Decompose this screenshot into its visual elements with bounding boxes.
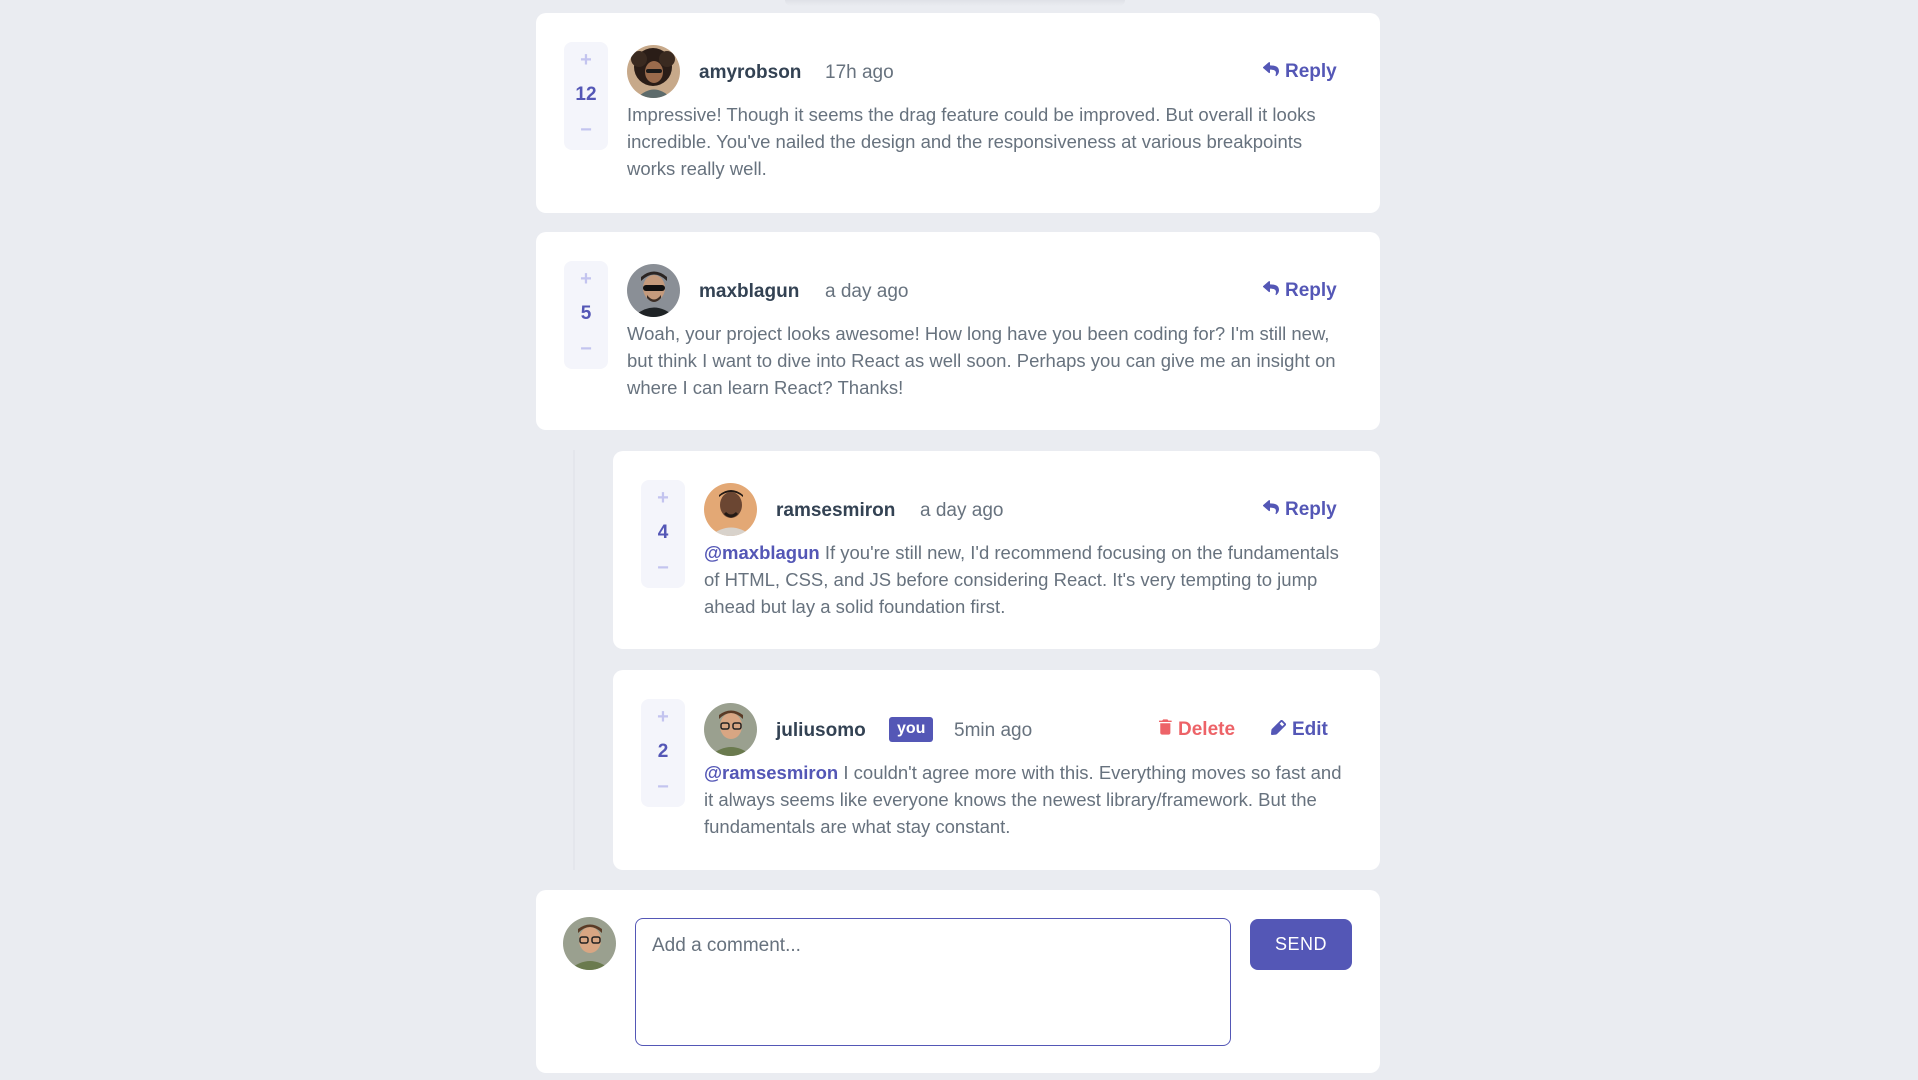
timestamp: a day ago bbox=[825, 281, 909, 302]
comments-page: + 12 − amyrobson 17h ago Reply Impressiv… bbox=[0, 0, 1918, 1080]
downvote-button[interactable]: − bbox=[580, 120, 592, 140]
timestamp: a day ago bbox=[920, 500, 1004, 521]
send-button[interactable]: SEND bbox=[1250, 919, 1352, 970]
username[interactable]: ramsesmiron bbox=[776, 500, 895, 522]
reply-card: + 2 − juliusomo you 5min ago Delete Edit… bbox=[613, 670, 1380, 870]
comment-card: + 12 − amyrobson 17h ago Reply Impressiv… bbox=[536, 13, 1380, 213]
comment-input[interactable] bbox=[635, 918, 1231, 1046]
reply-label: Reply bbox=[1285, 499, 1337, 520]
vote-control: + 2 − bbox=[641, 699, 685, 807]
mention-link[interactable]: @maxblagun bbox=[704, 542, 820, 563]
upvote-button[interactable]: + bbox=[657, 707, 669, 727]
pencil-icon bbox=[1271, 719, 1286, 741]
vote-control: + 5 − bbox=[564, 261, 608, 369]
vote-count: 2 bbox=[657, 741, 669, 762]
previous-card-edge bbox=[785, 0, 1125, 6]
reply-button[interactable]: Reply bbox=[1263, 280, 1337, 302]
reply-arrow-icon bbox=[1263, 61, 1279, 83]
comment-text: Impressive! Though it seems the drag fea… bbox=[627, 104, 1316, 179]
delete-button[interactable]: Delete bbox=[1159, 719, 1235, 741]
reply-arrow-icon bbox=[1263, 280, 1279, 302]
reply-button[interactable]: Reply bbox=[1263, 499, 1337, 521]
username[interactable]: juliusomo bbox=[776, 720, 866, 742]
username[interactable]: maxblagun bbox=[699, 281, 799, 303]
delete-label: Delete bbox=[1178, 719, 1236, 740]
reply-label: Reply bbox=[1285, 280, 1337, 301]
comment-card: + 5 − maxblagun a day ago Reply Woah, yo… bbox=[536, 232, 1380, 430]
avatar[interactable] bbox=[704, 483, 757, 536]
vote-control: + 12 − bbox=[564, 42, 608, 150]
reply-label: Reply bbox=[1285, 61, 1337, 82]
reply-thread-line bbox=[573, 450, 575, 870]
username[interactable]: amyrobson bbox=[699, 62, 801, 84]
edit-button[interactable]: Edit bbox=[1271, 719, 1328, 741]
downvote-button[interactable]: − bbox=[580, 339, 592, 359]
avatar[interactable] bbox=[627, 264, 680, 317]
mention-link[interactable]: @ramsesmiron bbox=[704, 762, 838, 783]
upvote-button[interactable]: + bbox=[580, 50, 592, 70]
upvote-button[interactable]: + bbox=[580, 269, 592, 289]
avatar[interactable] bbox=[627, 45, 680, 98]
you-badge: you bbox=[889, 717, 934, 742]
comment-text: Woah, your project looks awesome! How lo… bbox=[627, 323, 1336, 398]
downvote-button[interactable]: − bbox=[657, 777, 669, 797]
vote-control: + 4 − bbox=[641, 480, 685, 588]
reply-arrow-icon bbox=[1263, 499, 1279, 521]
vote-count: 4 bbox=[657, 522, 669, 543]
trash-icon bbox=[1159, 719, 1172, 741]
vote-count: 5 bbox=[580, 303, 592, 324]
comment-text: @ramsesmiron I couldn't agree more with … bbox=[704, 759, 1354, 840]
edit-label: Edit bbox=[1292, 719, 1328, 740]
comment-text: @maxblagun If you're still new, I'd reco… bbox=[704, 539, 1354, 620]
avatar[interactable] bbox=[704, 703, 757, 756]
upvote-button[interactable]: + bbox=[657, 488, 669, 508]
vote-count: 12 bbox=[575, 84, 597, 105]
reply-card: + 4 − ramsesmiron a day ago Reply @maxbl… bbox=[613, 451, 1380, 649]
timestamp: 17h ago bbox=[825, 62, 894, 83]
timestamp: 5min ago bbox=[954, 720, 1033, 741]
current-user-avatar bbox=[563, 917, 616, 970]
reply-button[interactable]: Reply bbox=[1263, 61, 1337, 83]
downvote-button[interactable]: − bbox=[657, 558, 669, 578]
